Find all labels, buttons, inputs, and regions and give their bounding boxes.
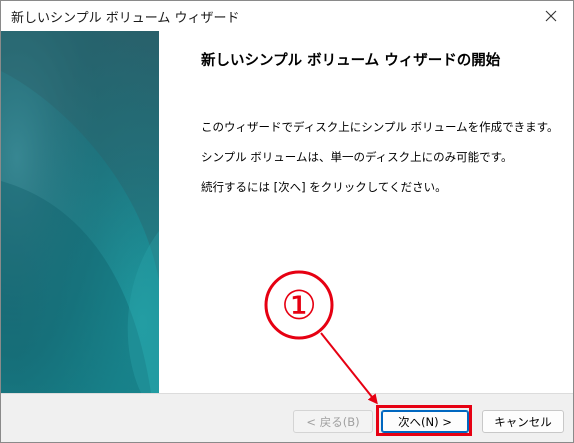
button-bar: < 戻る(B) 次へ(N) > キャンセル [1,393,573,442]
wizard-window: 新しいシンプル ボリューム ウィザード 新しいシンプル ボリューム ウィザードの… [0,0,574,443]
close-button[interactable] [529,1,573,31]
close-icon [545,10,557,22]
banner-graphic [1,31,159,393]
window-title: 新しいシンプル ボリューム ウィザード [11,11,240,26]
title-bar: 新しいシンプル ボリューム ウィザード [1,1,573,31]
next-button[interactable]: 次へ(N) > [381,410,469,433]
instruction-text: 続行するには [次へ] をクリックしてください。 [201,180,447,194]
wizard-banner [1,31,159,393]
back-button[interactable]: < 戻る(B) [293,410,373,433]
description-text: このウィザードでディスク上にシンプル ボリュームを作成できます。 [201,120,559,134]
cancel-button[interactable]: キャンセル [482,410,564,433]
wizard-content: 新しいシンプル ボリューム ウィザードの開始 このウィザードでディスク上にシンプ… [159,31,573,393]
wizard-heading: 新しいシンプル ボリューム ウィザードの開始 [201,53,501,69]
description-text: シンプル ボリュームは、単一のディスク上にのみ可能です。 [201,150,513,164]
